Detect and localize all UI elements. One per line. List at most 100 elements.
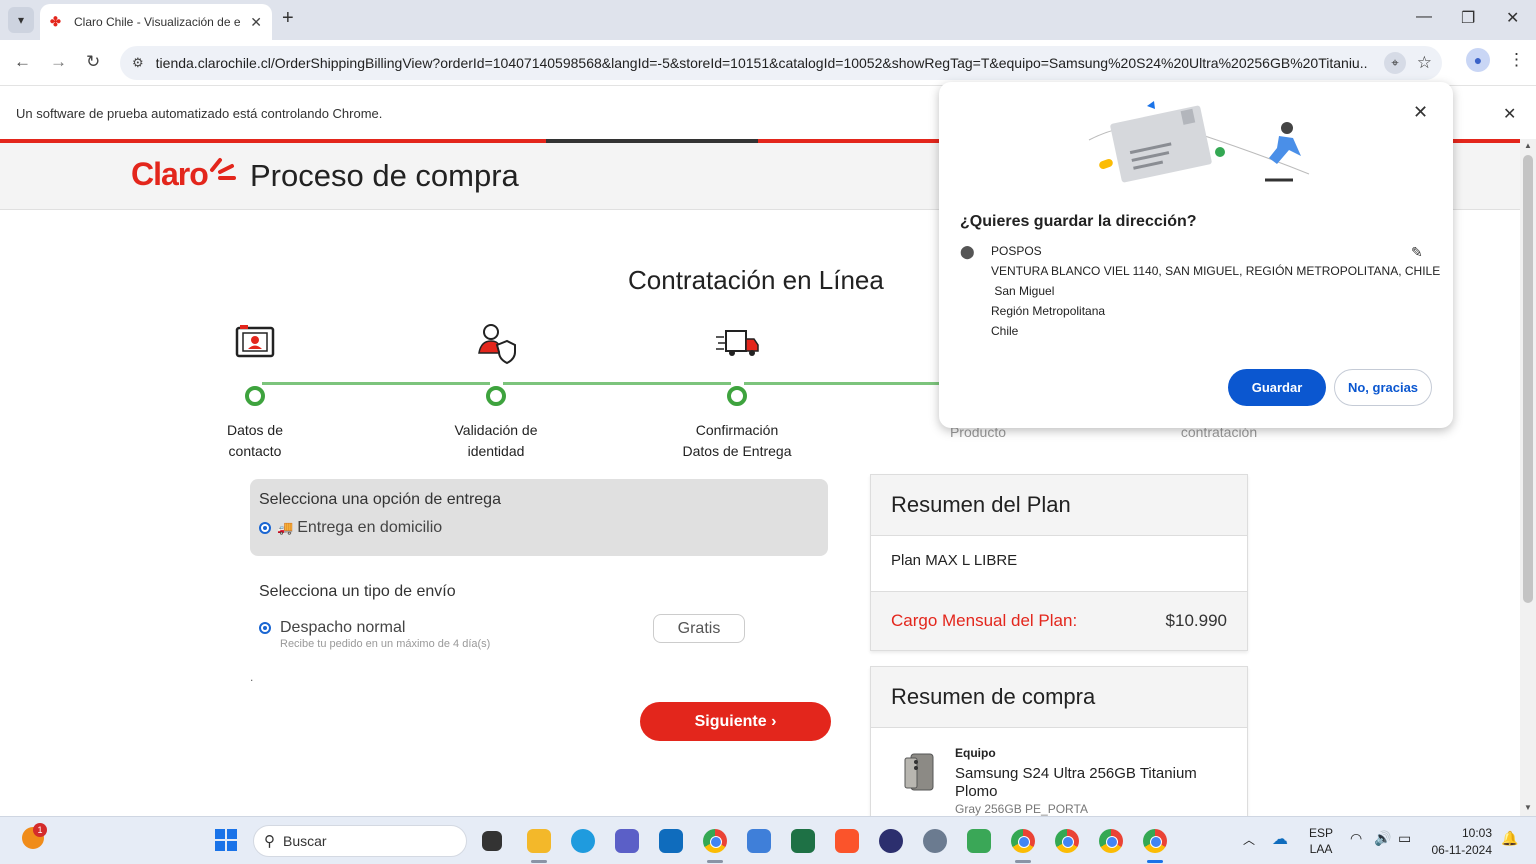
page-scrollbar[interactable]: ▲ ▼ <box>1520 139 1536 816</box>
delivery-option-label: Entrega en domicilio <box>297 519 443 536</box>
logo-rays-icon <box>209 158 236 180</box>
taskbar-search[interactable]: ⚲ Buscar <box>253 825 467 857</box>
tab-strip: ▾ ✤ Claro Chile - Visualización de e ✕ +… <box>0 0 1536 40</box>
logo-text: Claro <box>131 156 209 192</box>
step-label: Validación de identidad <box>454 422 538 459</box>
popup-close-icon[interactable]: ✕ <box>1413 102 1428 123</box>
forward-icon[interactable]: → <box>50 52 67 72</box>
file-explorer-icon[interactable] <box>527 829 551 853</box>
stray-dot: . <box>250 670 254 684</box>
notepad-icon[interactable] <box>747 829 771 853</box>
edit-pencil-icon[interactable]: ✎ <box>1411 244 1423 261</box>
excel-icon[interactable] <box>791 829 815 853</box>
delivery-option-home[interactable]: 🚚 Entrega en domicilio <box>259 519 819 537</box>
purchase-summary-title: Resumen de compra <box>871 667 1247 728</box>
tab-search-dropdown-icon[interactable]: ▾ <box>8 7 34 33</box>
task-view-icon[interactable] <box>482 831 502 851</box>
next-button[interactable]: Siguiente › <box>640 702 831 741</box>
search-icon: ⚲ <box>264 833 275 850</box>
tab-close-icon[interactable]: ✕ <box>250 14 262 31</box>
claro-favicon-icon: ✤ <box>50 14 61 29</box>
restore-icon[interactable]: ❐ <box>1461 8 1475 28</box>
shipping-option-subtext: Recibe tu pedido en un máximo de 4 día(s… <box>280 638 491 650</box>
start-icon[interactable] <box>215 829 237 851</box>
back-icon[interactable]: ← <box>14 52 31 72</box>
address-bar[interactable]: ⚙ tienda.clarochile.cl/OrderShippingBill… <box>120 46 1442 80</box>
identity-shield-icon <box>478 324 516 365</box>
browser-toolbar: ← → ↻ ⚙ tienda.clarochile.cl/OrderShippi… <box>0 40 1536 86</box>
address-line: Región Metropolitana <box>991 304 1106 318</box>
step-identity: Validación de identidad <box>416 319 576 462</box>
decline-button[interactable]: No, gracias <box>1334 369 1432 406</box>
step-dot <box>486 386 506 406</box>
delivery-option-box: Selecciona una opción de entrega 🚚 Entre… <box>250 479 828 556</box>
battery-icon[interactable]: ▭ <box>1398 830 1411 847</box>
language-indicator[interactable]: ESP LAA <box>1309 825 1333 857</box>
minimize-icon[interactable]: — <box>1416 8 1432 26</box>
step-dot <box>727 386 747 406</box>
equipment-name: Samsung S24 Ultra 256GB Titanium Plomo <box>955 765 1197 800</box>
shipping-title: Selecciona un tipo de envío <box>259 583 456 600</box>
step-label: Confirmación Datos de Entrega <box>682 422 792 459</box>
plan-name: Plan MAX L LIBRE <box>871 536 1247 592</box>
onedrive-icon[interactable]: ☁ <box>1272 829 1288 849</box>
equipment-item: Equipo Samsung S24 Ultra 256GB Titanium … <box>871 728 1247 816</box>
address-illustration <box>1088 101 1310 183</box>
system-clock[interactable]: 10:03 06-11-2024 <box>1430 825 1493 859</box>
running-indicator <box>1147 860 1163 863</box>
chrome-icon[interactable] <box>1099 829 1123 853</box>
windows-taskbar: 1 ⚲ Buscar ︿ ☁ ESP LAA ◠ 🔊 ▭ 10:03 06-11-2… <box>0 816 1536 864</box>
brave-icon[interactable] <box>835 829 859 853</box>
step-dot <box>245 386 265 406</box>
tray-chevron-icon[interactable]: ︿ <box>1243 831 1255 848</box>
address-line: Chile <box>991 324 1019 338</box>
equipment-tag: Equipo <box>955 746 996 760</box>
kebab-menu-icon[interactable]: ⋮ <box>1508 50 1525 70</box>
save-address-button[interactable]: Guardar <box>1228 369 1326 406</box>
tab-title: Claro Chile - Visualización de e <box>74 15 241 29</box>
chrome-icon[interactable] <box>1011 829 1035 853</box>
radio-selected[interactable] <box>259 622 271 634</box>
edge-icon[interactable] <box>571 829 595 853</box>
step-delivery: Confirmación Datos de Entrega <box>657 319 817 462</box>
scroll-up-icon[interactable]: ▲ <box>1524 141 1532 150</box>
chrome-icon[interactable] <box>1143 829 1167 853</box>
bookmark-star-icon[interactable]: ☆ <box>1417 53 1432 73</box>
outlook-icon[interactable] <box>659 829 683 853</box>
reload-icon[interactable]: ↻ <box>86 52 100 72</box>
equipment-subtext: Gray 256GB PE_PORTA <box>955 802 1088 816</box>
address-line: VENTURA BLANCO VIEL 1140, SAN MIGUEL, RE… <box>991 264 1441 278</box>
profile-icon[interactable]: ● <box>1466 48 1490 72</box>
window-close-icon[interactable]: ✕ <box>1506 8 1519 28</box>
wifi-icon[interactable]: ◠ <box>1350 830 1362 847</box>
search-placeholder: Buscar <box>283 833 327 849</box>
new-tab-icon[interactable]: + <box>282 7 294 30</box>
radio-selected[interactable] <box>259 522 271 534</box>
shipping-option-label: Despacho normal <box>280 619 406 636</box>
plan-summary-title: Resumen del Plan <box>871 475 1247 536</box>
section-heading: Contratación en Línea <box>628 265 884 295</box>
scroll-down-icon[interactable]: ▼ <box>1524 803 1532 812</box>
address-line: San Miguel <box>991 284 1055 298</box>
chrome-icon[interactable] <box>1055 829 1079 853</box>
scroll-thumb[interactable] <box>1523 155 1533 603</box>
app-icon[interactable] <box>967 829 991 853</box>
notification-bell-icon[interactable]: 🔔 <box>1501 830 1518 847</box>
delivery-truck-icon <box>716 330 759 356</box>
site-info-icon[interactable]: ⚙ <box>132 55 144 71</box>
teams-icon[interactable] <box>615 829 639 853</box>
settings-gear-icon[interactable] <box>923 829 947 853</box>
truck-icon: 🚚 <box>277 520 294 535</box>
active-tab[interactable]: ✤ Claro Chile - Visualización de e ✕ <box>40 4 272 40</box>
claro-logo[interactable]: Claro <box>131 156 236 193</box>
notification-badge: 1 <box>33 823 47 837</box>
url-text[interactable]: tienda.clarochile.cl/OrderShippingBillin… <box>156 55 1368 71</box>
volume-icon[interactable]: 🔊 <box>1374 830 1391 847</box>
delivery-title: Selecciona una opción de entrega <box>259 491 501 508</box>
infobar-close-icon[interactable]: ✕ <box>1503 104 1516 124</box>
contact-card-icon <box>235 325 275 358</box>
eclipse-icon[interactable] <box>879 829 903 853</box>
location-pin-icon[interactable]: ⌖ <box>1384 52 1406 74</box>
chrome-icon[interactable] <box>703 829 727 853</box>
phone-image <box>904 753 934 791</box>
